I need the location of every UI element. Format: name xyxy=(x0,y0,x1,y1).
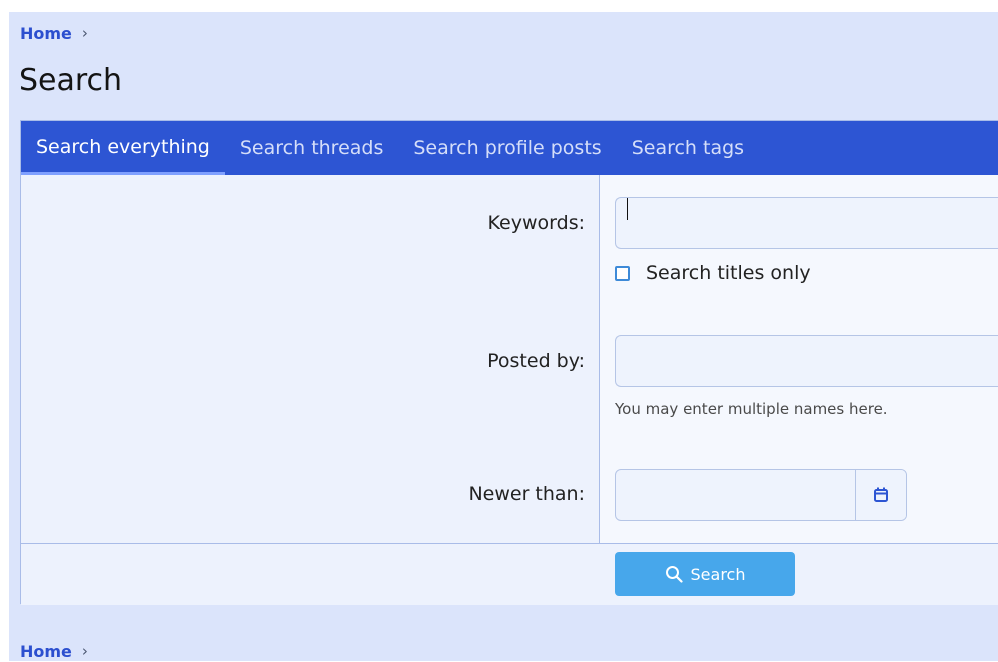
search-form-panel: Search everything Search threads Search … xyxy=(20,120,998,605)
newer-than-label: Newer than: xyxy=(468,483,585,505)
tab-search-tags[interactable]: Search tags xyxy=(617,121,759,175)
keywords-label: Keywords: xyxy=(487,212,585,234)
search-button-label: Search xyxy=(690,564,746,584)
search-tabs: Search everything Search threads Search … xyxy=(21,121,998,175)
newer-than-input[interactable] xyxy=(616,470,856,520)
breadcrumb: Home › xyxy=(20,22,88,44)
search-titles-only-label: Search titles only xyxy=(646,262,811,284)
page-container: Home › Search Search everything Search t… xyxy=(9,12,998,661)
breadcrumb-home-link[interactable]: Home xyxy=(20,24,72,43)
calendar-icon xyxy=(874,487,888,502)
breadcrumb-home-link-footer[interactable]: Home xyxy=(20,642,72,661)
search-icon xyxy=(665,565,683,583)
newer-than-date-picker xyxy=(615,469,907,521)
posted-by-label: Posted by: xyxy=(487,350,585,372)
date-picker-button[interactable] xyxy=(856,470,906,520)
page-title: Search xyxy=(19,63,123,98)
posted-by-hint: You may enter multiple names here. xyxy=(615,400,888,418)
form-submit-row: Search xyxy=(21,543,998,605)
text-cursor xyxy=(627,198,628,220)
tab-search-threads[interactable]: Search threads xyxy=(225,121,399,175)
keywords-input[interactable] xyxy=(615,197,998,249)
form-label-column: Keywords: Posted by: Newer than: xyxy=(21,175,600,543)
tab-search-profile-posts[interactable]: Search profile posts xyxy=(398,121,616,175)
search-titles-only-option[interactable]: Search titles only xyxy=(615,262,811,284)
chevron-right-icon: › xyxy=(81,642,88,660)
form-input-column: Search titles only You may enter multipl… xyxy=(600,175,998,543)
search-button[interactable]: Search xyxy=(615,552,795,596)
search-titles-only-checkbox[interactable] xyxy=(615,265,630,281)
breadcrumb-footer: Home › xyxy=(20,640,88,662)
posted-by-input[interactable] xyxy=(615,335,998,387)
chevron-right-icon: › xyxy=(81,24,88,42)
tab-search-everything[interactable]: Search everything xyxy=(21,121,225,175)
